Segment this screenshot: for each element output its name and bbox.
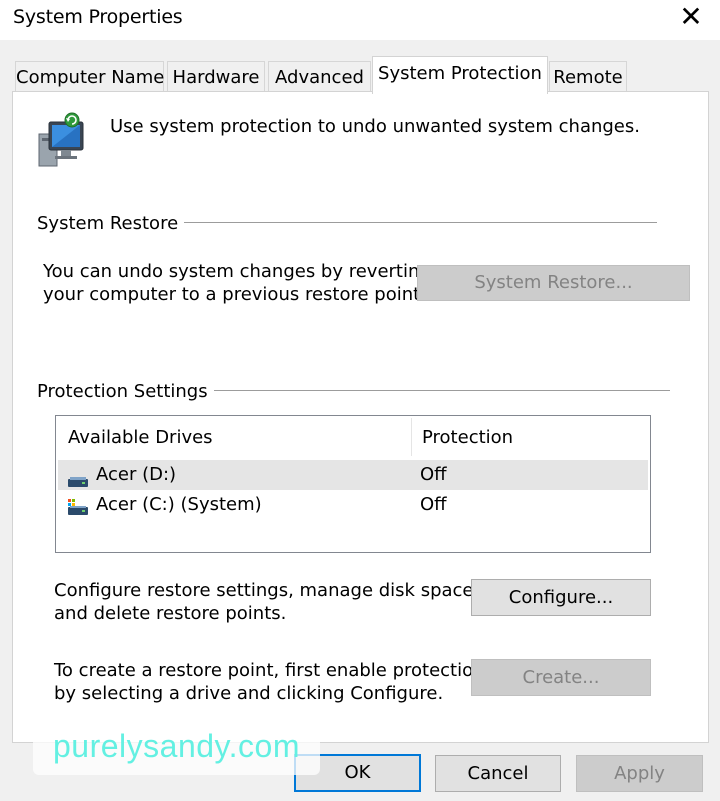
configure-desc-line-2: and delete restore points. — [54, 603, 287, 624]
drive-protection-status: Off — [420, 494, 447, 515]
drive-name: Acer (C:) (System) — [96, 494, 262, 515]
system-restore-desc-line-1: You can undo system changes by reverting — [43, 261, 431, 282]
system-restore-desc-line-2: your computer to a previous restore poin… — [43, 284, 426, 305]
system-restore-description: You can undo system changes by reverting… — [43, 260, 431, 306]
create-button[interactable]: Create... — [471, 659, 651, 696]
tab-computer-name[interactable]: Computer Name — [15, 61, 164, 92]
system-drive-icon — [67, 496, 89, 515]
drive-row[interactable]: Acer (D:) Off — [58, 460, 648, 490]
tab-advanced[interactable]: Advanced — [268, 61, 371, 92]
column-separator[interactable] — [411, 418, 412, 456]
apply-button[interactable]: Apply — [576, 755, 703, 792]
drives-list[interactable]: Available Drives Protection Acer (D:) Of… — [55, 415, 651, 553]
drive-row[interactable]: Acer (C:) (System) Off — [58, 490, 648, 520]
drive-protection-status: Off — [420, 464, 447, 485]
tab-hardware[interactable]: Hardware — [167, 61, 265, 92]
window-title: System Properties — [13, 6, 183, 28]
drive-icon — [67, 469, 89, 487]
system-restore-group-label: System Restore — [37, 213, 185, 234]
protection-settings-group-label: Protection Settings — [37, 381, 214, 402]
configure-button[interactable]: Configure... — [471, 579, 651, 616]
tab-panel: Use system protection to undo unwanted s… — [12, 91, 709, 743]
system-restore-button[interactable]: System Restore... — [417, 265, 690, 301]
configure-desc-line-1: Configure restore settings, manage disk … — [54, 580, 480, 601]
watermark: purelysandy.com — [33, 717, 320, 775]
tab-system-protection[interactable]: System Protection — [372, 56, 548, 94]
create-desc-line-1: To create a restore point, first enable … — [54, 660, 485, 681]
create-desc-line-2: by selecting a drive and clicking Config… — [54, 683, 444, 704]
title-bar: System Properties ✕ — [0, 0, 720, 40]
column-header-protection[interactable]: Protection — [422, 418, 513, 456]
create-description: To create a restore point, first enable … — [54, 659, 485, 705]
close-button[interactable]: ✕ — [676, 2, 706, 32]
system-protection-icon — [37, 112, 87, 168]
cancel-button[interactable]: Cancel — [435, 755, 561, 792]
configure-description: Configure restore settings, manage disk … — [54, 579, 479, 625]
tab-remote[interactable]: Remote — [549, 61, 627, 92]
drive-name: Acer (D:) — [96, 464, 177, 485]
column-header-available-drives[interactable]: Available Drives — [68, 418, 213, 456]
intro-text: Use system protection to undo unwanted s… — [110, 116, 640, 137]
